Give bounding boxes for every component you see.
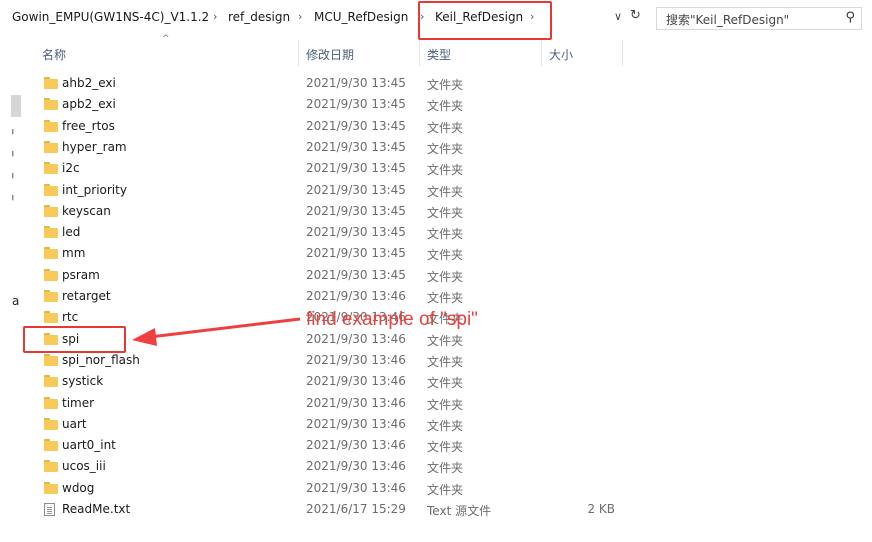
arrow-head (132, 328, 157, 346)
arrow-shaft (149, 317, 301, 339)
annotation-text: find example of "spi" (306, 309, 478, 330)
annotation-arrow (132, 317, 301, 346)
